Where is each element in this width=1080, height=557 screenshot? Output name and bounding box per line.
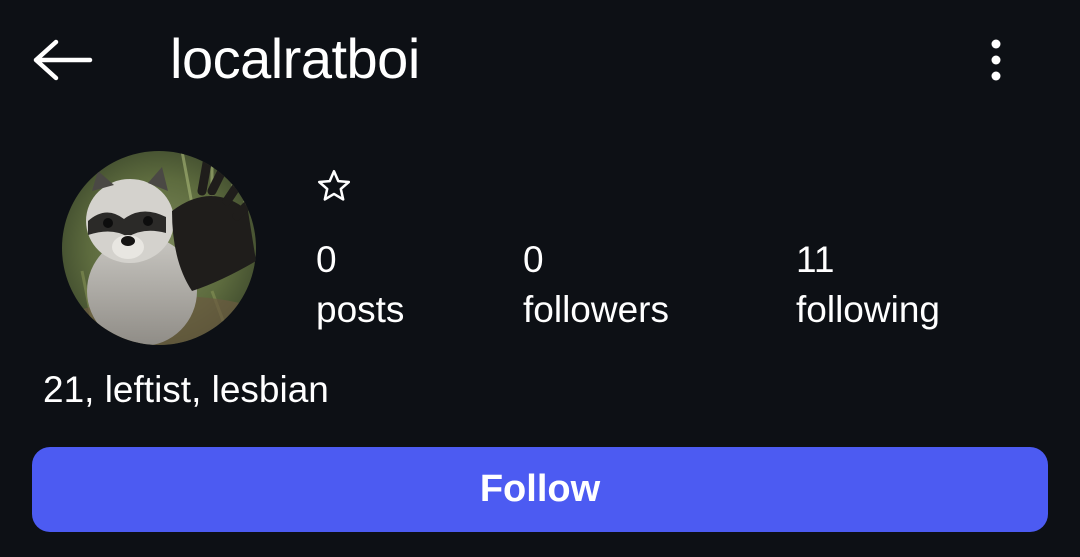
avatar-image bbox=[62, 151, 256, 345]
posts-stat[interactable]: 0 posts bbox=[316, 236, 404, 336]
more-options-button[interactable] bbox=[968, 30, 1024, 90]
arrow-left-icon bbox=[33, 39, 93, 81]
favorite-button[interactable] bbox=[312, 166, 356, 206]
follow-button[interactable]: Follow bbox=[32, 447, 1048, 532]
posts-count: 0 bbox=[316, 239, 337, 280]
following-count: 11 bbox=[796, 239, 835, 280]
more-vertical-icon bbox=[991, 39, 1001, 81]
followers-stat[interactable]: 0 followers bbox=[523, 236, 669, 336]
following-label: following bbox=[796, 289, 940, 330]
top-app-bar: localratboi bbox=[0, 0, 1080, 120]
avatar[interactable] bbox=[62, 151, 256, 345]
back-button[interactable] bbox=[30, 32, 96, 88]
profile-username: localratboi bbox=[170, 27, 420, 90]
star-outline-icon bbox=[317, 169, 351, 201]
following-stat[interactable]: 11 following bbox=[796, 236, 940, 336]
profile-screen: localratboi 0 posts 0 followers 11 follo… bbox=[0, 0, 1080, 557]
posts-label: posts bbox=[316, 289, 405, 330]
followers-count: 0 bbox=[523, 239, 544, 280]
followers-label: followers bbox=[523, 289, 669, 330]
profile-bio: 21, leftist, lesbian bbox=[43, 369, 329, 410]
